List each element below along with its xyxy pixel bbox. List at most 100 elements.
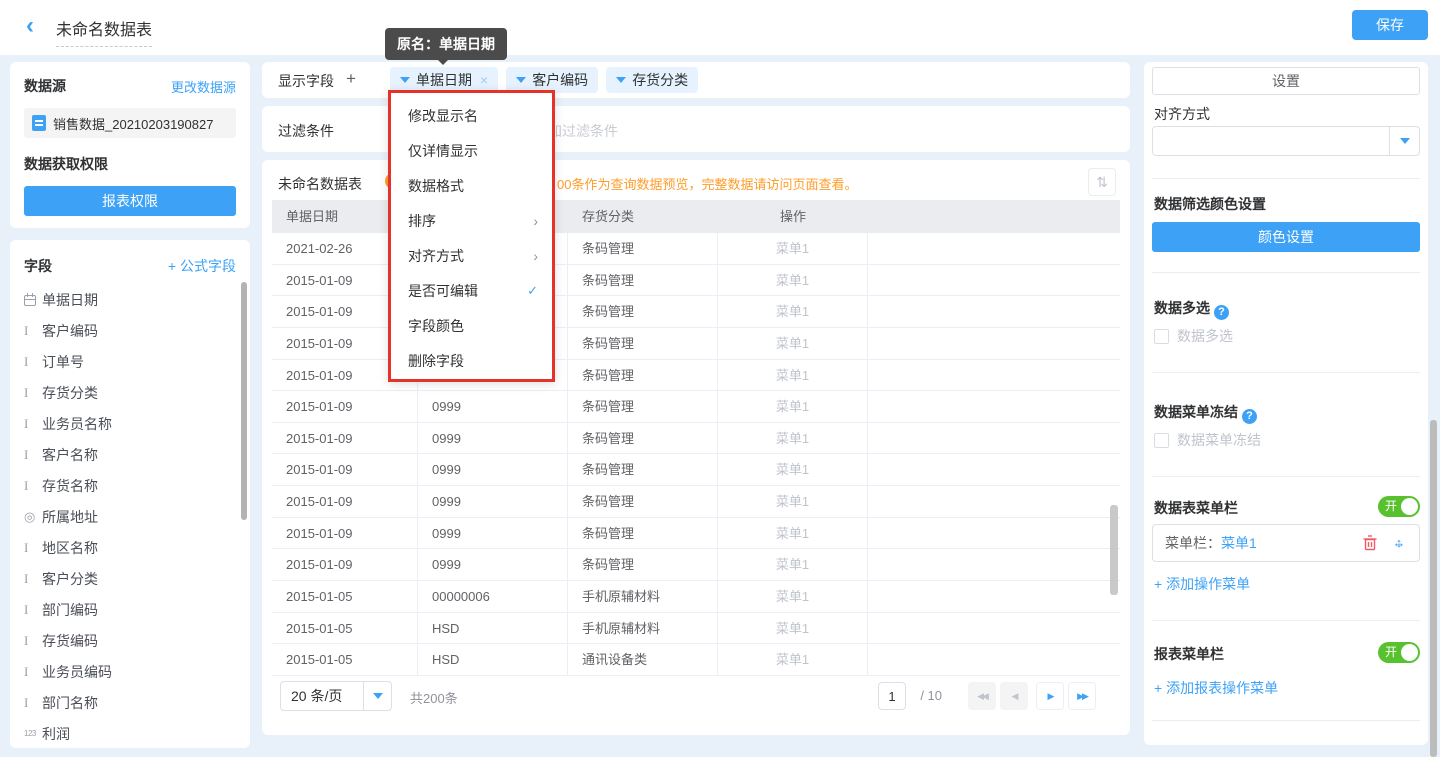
- action-cell[interactable]: 菜单1: [718, 518, 868, 550]
- report-menubar-toggle[interactable]: 开: [1378, 642, 1420, 663]
- field-item-存货分类[interactable]: I存货分类: [24, 377, 236, 408]
- first-page-button[interactable]: ◀◀: [968, 682, 996, 710]
- page-title[interactable]: 未命名数据表: [56, 16, 152, 47]
- menu-item-修改显示名[interactable]: 修改显示名: [391, 98, 552, 133]
- color-settings-button[interactable]: 颜色设置: [1152, 222, 1420, 252]
- menu-item-仅详情显示[interactable]: 仅详情显示: [391, 133, 552, 168]
- action-cell[interactable]: 菜单1: [718, 549, 868, 581]
- checkbox-icon[interactable]: [1154, 433, 1169, 448]
- add-report-menu-link[interactable]: + 添加报表操作菜单: [1154, 678, 1278, 698]
- menu-item-字段颜色[interactable]: 字段颜色: [391, 308, 552, 343]
- menu-item-label: 修改显示名: [408, 106, 478, 126]
- report-permission-button[interactable]: 报表权限: [24, 186, 236, 216]
- field-item-利润[interactable]: 123利润: [24, 718, 236, 748]
- page-size-value: 20 条/页: [281, 686, 363, 706]
- field-label: 所属地址: [42, 507, 98, 527]
- freeze-label: 数据菜单冻结: [1154, 404, 1238, 420]
- total-count: 共200条: [410, 688, 458, 707]
- field-item-单据日期[interactable]: 单据日期: [24, 284, 236, 315]
- table-cell: 2015-01-05: [272, 581, 418, 613]
- help-icon[interactable]: ?: [1214, 305, 1229, 320]
- delete-icon[interactable]: [1363, 535, 1377, 551]
- last-page-button[interactable]: ▶▶: [1068, 682, 1096, 710]
- back-icon[interactable]: ‹: [26, 13, 34, 39]
- field-item-部门编码[interactable]: I部门编码: [24, 594, 236, 625]
- settings-panel: 设置 对齐方式 数据筛选颜色设置 颜色设置 数据多选? 数据多选 数据菜单冻结?…: [1144, 62, 1428, 745]
- action-cell[interactable]: 菜单1: [718, 423, 868, 455]
- table-cell: [868, 581, 1120, 613]
- menu-item-label: 排序: [408, 211, 436, 231]
- table-cell: HSD: [418, 644, 568, 676]
- add-action-menu-link[interactable]: + 添加操作菜单: [1154, 574, 1250, 594]
- close-icon[interactable]: ×: [480, 72, 488, 88]
- menu-item-数据格式[interactable]: 数据格式: [391, 168, 552, 203]
- prev-page-button[interactable]: ◀: [1000, 682, 1028, 710]
- table-menubar-label: 数据表菜单栏: [1154, 498, 1238, 518]
- next-page-button[interactable]: ▶: [1036, 682, 1064, 710]
- add-display-field-icon[interactable]: +: [346, 69, 356, 89]
- field-item-部门名称[interactable]: I部门名称: [24, 687, 236, 718]
- table-cell: 00000006: [418, 581, 568, 613]
- filter-color-label: 数据筛选颜色设置: [1154, 194, 1266, 214]
- action-cell[interactable]: 菜单1: [718, 454, 868, 486]
- chevron-down-icon: [400, 77, 410, 83]
- field-item-客户分类[interactable]: I客户分类: [24, 563, 236, 594]
- menu-item-对齐方式[interactable]: 对齐方式›: [391, 238, 552, 273]
- action-cell[interactable]: 菜单1: [718, 296, 868, 328]
- move-icon[interactable]: ↔↕: [1391, 535, 1407, 551]
- align-select[interactable]: [1152, 126, 1420, 156]
- settings-header[interactable]: 设置: [1152, 67, 1420, 95]
- field-item-业务员编码[interactable]: I业务员编码: [24, 656, 236, 687]
- freeze-checkbox-row[interactable]: 数据菜单冻结: [1154, 430, 1261, 450]
- menu-item-是否可编辑[interactable]: 是否可编辑✓: [391, 273, 552, 308]
- action-cell[interactable]: 菜单1: [718, 613, 868, 645]
- field-item-存货名称[interactable]: I存货名称: [24, 470, 236, 501]
- action-cell[interactable]: 菜单1: [718, 581, 868, 613]
- text-icon: I: [24, 540, 42, 556]
- table-cell: 手机原辅材料: [568, 581, 718, 613]
- action-cell[interactable]: 菜单1: [718, 328, 868, 360]
- field-item-业务员名称[interactable]: I业务员名称: [24, 408, 236, 439]
- action-cell[interactable]: 菜单1: [718, 391, 868, 423]
- help-icon[interactable]: ?: [1242, 409, 1257, 424]
- menu-item-删除字段[interactable]: 删除字段: [391, 343, 552, 378]
- field-chip-存货分类[interactable]: 存货分类: [606, 67, 698, 93]
- page-number-input[interactable]: [878, 682, 906, 710]
- save-button[interactable]: 保存: [1352, 10, 1428, 40]
- text-icon: I: [24, 478, 42, 494]
- field-item-订单号[interactable]: I订单号: [24, 346, 236, 377]
- table-cell: 0999: [418, 486, 568, 518]
- table-cell: 条码管理: [568, 423, 718, 455]
- field-item-客户编码[interactable]: I客户编码: [24, 315, 236, 346]
- add-formula-field-link[interactable]: + 公式字段: [168, 256, 236, 276]
- action-cell[interactable]: 菜单1: [718, 486, 868, 518]
- menu-item-排序[interactable]: 排序›: [391, 203, 552, 238]
- checkbox-icon[interactable]: [1154, 329, 1169, 344]
- field-item-所属地址[interactable]: ◎所属地址: [24, 501, 236, 532]
- row-order-icon[interactable]: ⇅: [1088, 168, 1116, 196]
- change-datasource-link[interactable]: 更改数据源: [171, 77, 236, 96]
- action-cell[interactable]: 菜单1: [718, 360, 868, 392]
- page-size-select[interactable]: 20 条/页: [280, 681, 392, 711]
- text-icon: I: [24, 571, 42, 587]
- fields-scrollbar[interactable]: [241, 282, 247, 520]
- page-size-dropdown: [363, 682, 391, 710]
- menu-item-name[interactable]: 菜单1: [1221, 533, 1363, 553]
- action-cell[interactable]: 菜单1: [718, 233, 868, 265]
- datasource-file[interactable]: 销售数据_20210203190827: [24, 108, 236, 138]
- table-cell: 2015-01-09: [272, 423, 418, 455]
- action-cell[interactable]: 菜单1: [718, 644, 868, 676]
- table-menubar-toggle[interactable]: 开: [1378, 496, 1420, 517]
- divider: [1152, 476, 1420, 477]
- action-cell[interactable]: 菜单1: [718, 265, 868, 297]
- table-scrollbar[interactable]: [1110, 505, 1118, 595]
- field-item-客户名称[interactable]: I客户名称: [24, 439, 236, 470]
- field-item-存货编码[interactable]: I存货编码: [24, 625, 236, 656]
- panel-scrollbar[interactable]: [1430, 420, 1437, 757]
- filter-placeholder: 加过滤条件: [548, 121, 618, 141]
- field-item-地区名称[interactable]: I地区名称: [24, 532, 236, 563]
- text-icon: I: [24, 633, 42, 649]
- multi-select-checkbox-row[interactable]: 数据多选: [1154, 326, 1233, 346]
- menu-item-row[interactable]: 菜单栏： 菜单1 ↔↕: [1152, 524, 1420, 562]
- table-cell: [868, 454, 1120, 486]
